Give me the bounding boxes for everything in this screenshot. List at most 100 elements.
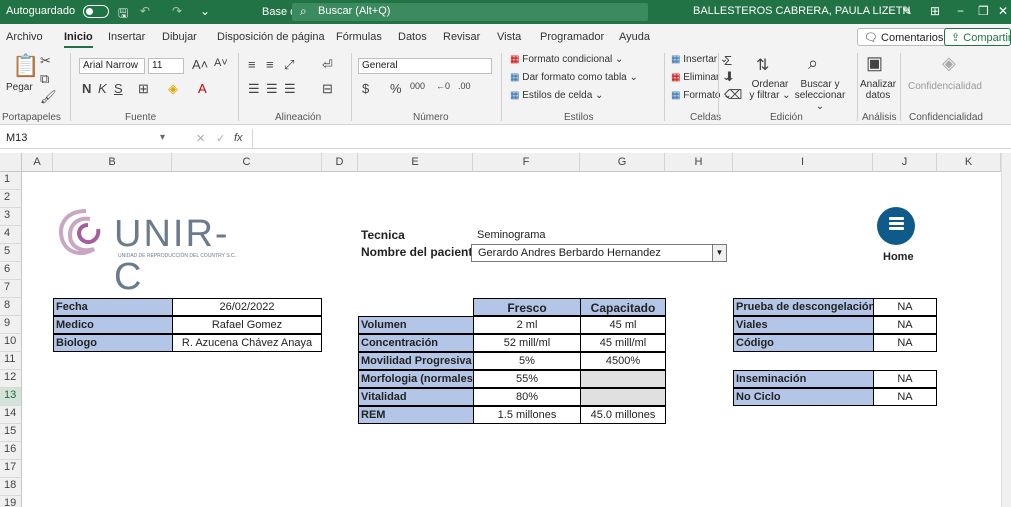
row-header-8[interactable]: 8 — [0, 298, 22, 316]
dropdown-arrow-icon[interactable]: ▼ — [712, 245, 726, 261]
row-header-3[interactable]: 3 — [0, 208, 22, 226]
cell-styles-button[interactable]: ▦ Estilos de celda ⌄ — [510, 90, 603, 101]
undo-icon[interactable]: ↶ — [140, 4, 150, 18]
side-value[interactable]: NA — [873, 370, 937, 388]
align-top-icon[interactable]: ≡ — [248, 57, 256, 72]
cut-icon[interactable]: ✂ — [40, 53, 51, 69]
info-value[interactable]: R. Azucena Chávez Anaya — [172, 334, 322, 352]
side-value[interactable]: NA — [873, 334, 937, 352]
row-header-6[interactable]: 6 — [0, 262, 22, 280]
format-painter-icon[interactable]: 🖌 — [40, 89, 57, 105]
bold-icon[interactable]: N — [82, 81, 91, 96]
clear-icon[interactable]: ⌫ — [724, 87, 742, 103]
side-value[interactable]: NA — [873, 316, 937, 334]
tab-datos[interactable]: Datos — [398, 31, 427, 43]
name-box-dropdown-icon[interactable]: ▾ — [160, 132, 165, 143]
comments-button[interactable]: 🗨 Comentarios — [857, 28, 951, 46]
row-header-1[interactable]: 1 — [0, 172, 22, 190]
analyze-data-icon[interactable]: ▣ — [866, 53, 883, 74]
side-value[interactable]: NA — [873, 298, 937, 316]
result-fresco[interactable]: 1.5 millones — [473, 406, 581, 424]
restore-icon[interactable]: ❐ — [978, 4, 989, 18]
result-fresco[interactable]: 80% — [473, 388, 581, 406]
increase-decimal-icon[interactable]: ←0 — [436, 81, 450, 91]
row-header-4[interactable]: 4 — [0, 226, 22, 244]
underline-icon[interactable]: S — [114, 81, 123, 96]
italic-icon[interactable]: K — [98, 81, 107, 96]
decrease-decimal-icon[interactable]: .00 — [458, 81, 471, 91]
tab-disposicion[interactable]: Disposición de página — [217, 31, 325, 43]
row-header-19[interactable]: 19 — [0, 496, 22, 507]
select-all-corner[interactable] — [0, 153, 22, 172]
tab-revisar[interactable]: Revisar — [443, 31, 480, 43]
result-capacitado[interactable]: 4500% — [580, 352, 666, 370]
column-header-k[interactable]: K — [937, 153, 1001, 172]
format-cells-button[interactable]: ▦ Formato ⌄ — [671, 90, 732, 101]
currency-icon[interactable]: $ — [362, 81, 369, 96]
confidentiality-button-label[interactable]: Confidencialidad — [908, 81, 982, 92]
shrink-font-icon[interactable]: A˅ — [214, 57, 228, 69]
delete-cells-button[interactable]: ▦ Eliminar ⌄ — [671, 72, 731, 83]
column-header-h[interactable]: H — [665, 153, 733, 172]
borders-icon[interactable]: ⊞ — [138, 81, 149, 97]
insert-cells-button[interactable]: ▦ Insertar ⌄ — [671, 54, 728, 65]
number-format-select[interactable]: General — [358, 58, 492, 74]
formula-input[interactable] — [252, 129, 1011, 148]
autosum-icon[interactable]: Σ — [724, 53, 732, 68]
align-center-icon[interactable]: ☰ — [266, 81, 278, 97]
tab-formulas[interactable]: Fórmulas — [336, 31, 382, 43]
tab-programador[interactable]: Programador — [540, 31, 604, 43]
tab-vista[interactable]: Vista — [497, 31, 521, 43]
info-value[interactable]: 26/02/2022 — [172, 298, 322, 316]
grow-font-icon[interactable]: A˄ — [192, 57, 208, 72]
row-header-17[interactable]: 17 — [0, 460, 22, 478]
search-box[interactable]: ⌕ Buscar (Alt+Q) — [292, 3, 648, 21]
redo-icon[interactable]: ↷ — [172, 4, 182, 18]
fill-color-icon[interactable]: ◈ — [168, 81, 178, 97]
result-fresco[interactable]: 2 ml — [473, 316, 581, 334]
column-header-c[interactable]: C — [172, 153, 322, 172]
align-left-icon[interactable]: ☰ — [248, 81, 260, 97]
patient-name-select[interactable]: Gerardo Andres Berbardo Hernandez ▼ — [471, 244, 727, 262]
vertical-scrollbar[interactable] — [1001, 153, 1011, 507]
row-header-5[interactable]: 5 — [0, 244, 22, 262]
find-select-label[interactable]: Buscar y seleccionar ⌄ — [790, 79, 850, 112]
font-size-select[interactable]: 11 — [148, 58, 184, 74]
font-name-select[interactable]: Arial Narrow — [79, 58, 145, 74]
sensitivity-icon[interactable]: ◈ — [942, 53, 956, 74]
row-header-11[interactable]: 11 — [0, 352, 22, 370]
row-header-2[interactable]: 2 — [0, 190, 22, 208]
home-label[interactable]: Home — [883, 251, 914, 263]
analyze-data-label[interactable]: Analizar datos — [860, 79, 896, 101]
font-color-icon[interactable]: A — [198, 81, 207, 96]
enter-icon[interactable]: ✓ — [216, 132, 225, 145]
close-icon[interactable]: ✕ — [998, 4, 1008, 18]
result-capacitado[interactable] — [580, 388, 666, 406]
row-header-9[interactable]: 9 — [0, 316, 22, 334]
result-capacitado[interactable]: 45.0 millones — [580, 406, 666, 424]
row-header-16[interactable]: 16 — [0, 442, 22, 460]
minimize-icon[interactable]: − — [957, 4, 964, 18]
column-header-f[interactable]: F — [473, 153, 580, 172]
column-header-i[interactable]: I — [733, 153, 873, 172]
paste-icon[interactable]: 📋 — [12, 53, 39, 79]
column-header-j[interactable]: J — [873, 153, 937, 172]
side-value[interactable]: NA — [873, 388, 937, 406]
percent-icon[interactable]: % — [390, 81, 402, 96]
ribbon-display-icon[interactable]: ⊞ — [930, 4, 940, 18]
tab-archivo[interactable]: Archivo — [6, 31, 43, 43]
merge-icon[interactable]: ⊟ — [322, 81, 333, 97]
row-header-18[interactable]: 18 — [0, 478, 22, 496]
find-icon[interactable]: ⌕ — [808, 53, 818, 74]
info-value[interactable]: Rafael Gomez — [172, 316, 322, 334]
column-header-a[interactable]: A — [22, 153, 53, 172]
save-icon[interactable]: 🖫 — [118, 4, 128, 25]
result-capacitado[interactable] — [580, 370, 666, 388]
format-table-button[interactable]: ▦ Dar formato como tabla ⌄ — [510, 72, 638, 83]
column-header-b[interactable]: B — [53, 153, 172, 172]
row-header-14[interactable]: 14 — [0, 406, 22, 424]
home-button[interactable] — [877, 207, 915, 245]
row-header-7[interactable]: 7 — [0, 280, 22, 298]
pen-icon[interactable]: ✎ — [902, 4, 912, 18]
column-header-g[interactable]: G — [580, 153, 665, 172]
